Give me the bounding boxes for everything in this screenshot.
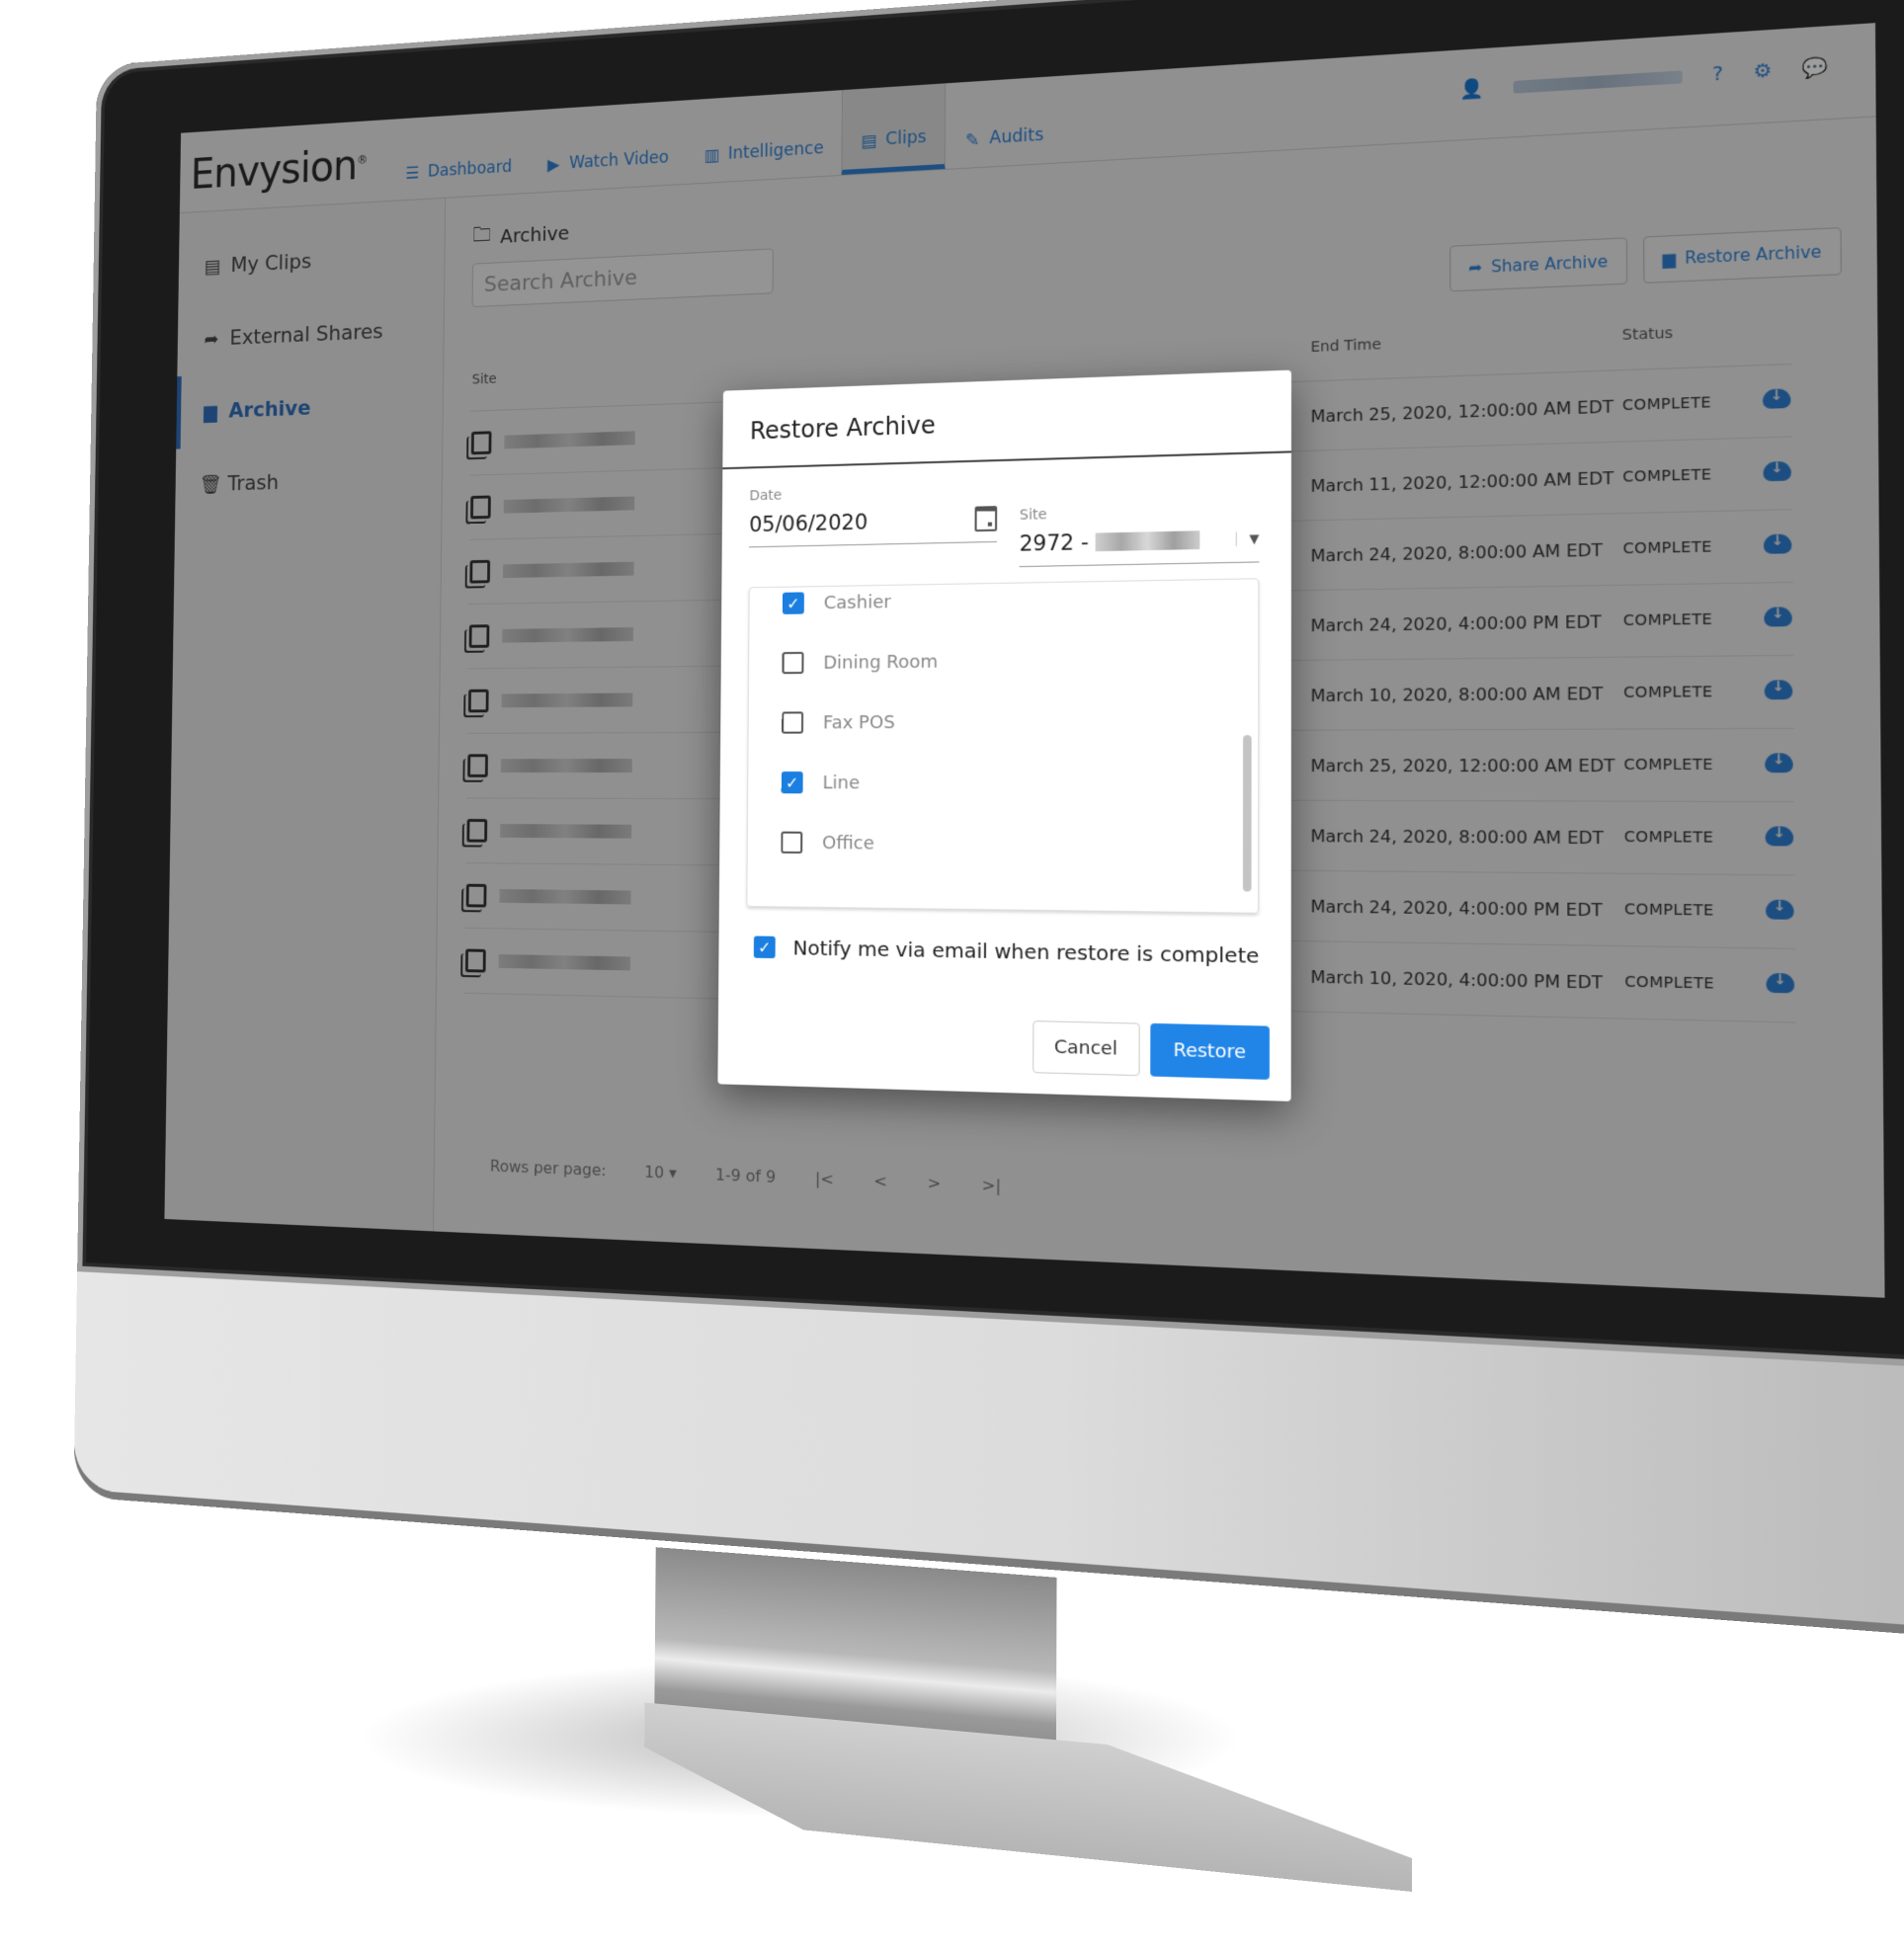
restore-button[interactable]: Restore: [1149, 1022, 1270, 1080]
camera-checkbox[interactable]: [781, 831, 803, 854]
date-value[interactable]: 05/06/2020: [749, 510, 868, 536]
site-select[interactable]: Site 2972 - ▼: [1019, 502, 1260, 568]
camera-option[interactable]: Dining Room: [749, 627, 1258, 693]
camera-option[interactable]: Fax POS: [748, 690, 1258, 753]
notify-label: Notify me via email when restore is comp…: [792, 936, 1260, 969]
camera-option[interactable]: ✓ Line: [748, 752, 1258, 814]
notify-email-option[interactable]: ✓ Notify me via email when restore is co…: [753, 935, 1260, 969]
camera-checkbox[interactable]: ✓: [781, 772, 803, 794]
camera-label: Fax POS: [822, 711, 895, 734]
camera-list: ✓ Cashier Dining Room Fax POS ✓ Line Office: [746, 578, 1260, 914]
site-value: 2972 -: [1019, 529, 1090, 556]
camera-label: Office: [822, 832, 874, 854]
camera-checkbox[interactable]: ✓: [783, 592, 804, 614]
date-field[interactable]: Date 05/06/2020: [749, 482, 998, 548]
calendar-icon[interactable]: [974, 506, 998, 532]
notify-checkbox[interactable]: ✓: [753, 936, 776, 959]
camera-option[interactable]: Office: [748, 812, 1259, 877]
camera-label: Line: [822, 772, 861, 793]
camera-label: Cashier: [823, 591, 891, 613]
restore-archive-dialog: Restore Archive Date 05/06/2020 Site 297…: [717, 369, 1291, 1101]
monitor-mockup: Envysion® ☰ Dashboard ▶ Watch Video ▥ Intel…: [73, 0, 1904, 1632]
cancel-button[interactable]: Cancel: [1032, 1020, 1140, 1077]
dialog-actions: Cancel Restore: [1032, 1020, 1270, 1080]
camera-option[interactable]: ✓ Cashier: [749, 578, 1258, 633]
app-screen: Envysion® ☰ Dashboard ▶ Watch Video ▥ Intel…: [164, 23, 1885, 1298]
camera-label: Dining Room: [823, 650, 939, 674]
camera-checkbox[interactable]: [782, 651, 804, 675]
camera-list-scrollbar[interactable]: [1242, 735, 1252, 892]
site-name-redacted: [1095, 530, 1200, 552]
chevron-down-icon[interactable]: ▼: [1235, 530, 1260, 547]
camera-checkbox[interactable]: [782, 711, 804, 734]
